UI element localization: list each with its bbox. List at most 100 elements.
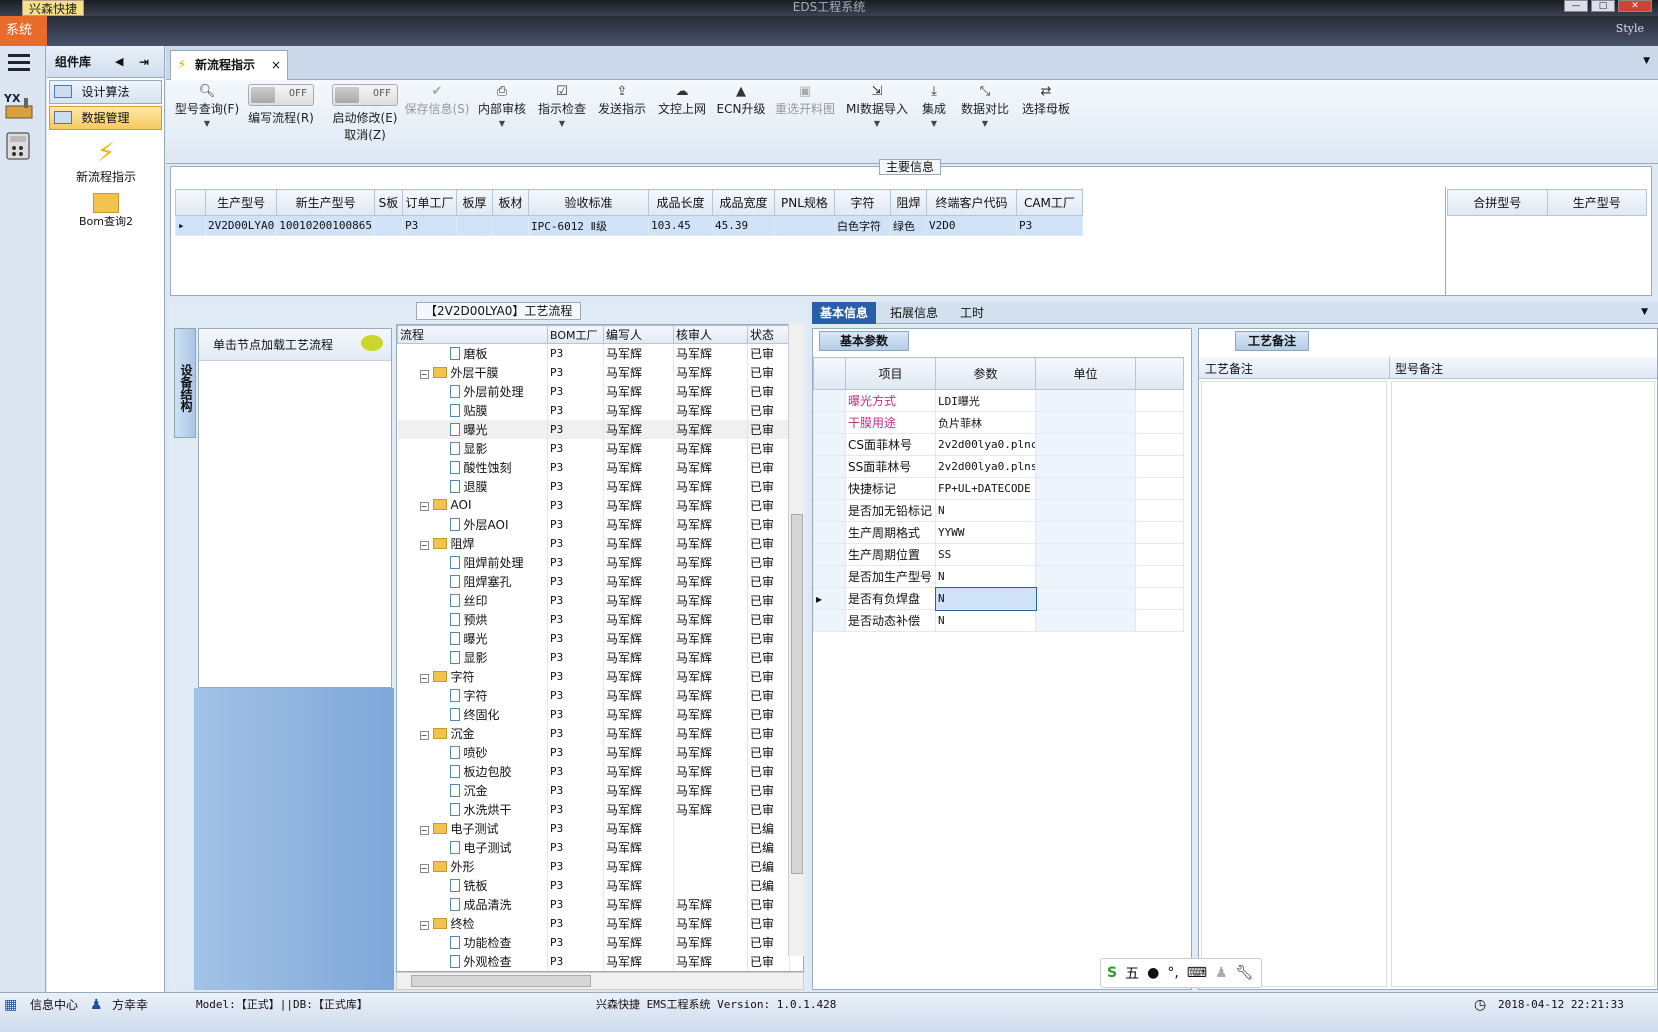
column-header[interactable]: 新生产型号 [276,189,375,216]
row-header[interactable] [813,433,846,456]
reselect-cutting-map-button[interactable]: ▣ 重选开料图 [770,84,840,117]
send-instruction-button[interactable]: ⇪ 发送指示 [596,84,648,117]
param-unit[interactable] [1035,433,1136,456]
tree-row[interactable]: 铣板 P3 马军辉 已编 [397,875,790,895]
param-row[interactable]: 生产周期格式 YYWW [813,521,1184,544]
tree-row[interactable]: 预烘 P3 马军辉 马军辉 已审 [397,609,790,629]
param-unit[interactable] [1035,389,1136,412]
tree-row[interactable]: 退膜 P3 马军辉 马军辉 已审 [397,476,790,496]
column-header[interactable]: 项目 [845,357,936,390]
tree-row[interactable]: − 沉金 P3 马军辉 马军辉 已审 [397,723,790,743]
toggle-switch[interactable]: OFF [332,84,398,106]
start-modify-toggle[interactable]: OFF 启动修改(E) 取消(Z) [328,84,402,143]
column-header[interactable]: BOM工厂 [547,325,604,344]
tree-row[interactable]: 显影 P3 马军辉 马军辉 已审 [397,438,790,458]
column-header[interactable]: 阻焊 [889,189,927,216]
param-row[interactable]: 是否加无铅标记 N [813,499,1184,522]
param-unit[interactable] [1035,521,1136,544]
tree-node[interactable]: 阻焊塞孔 [397,571,548,591]
tree-node[interactable]: 沉金 [397,780,548,800]
tree-row[interactable]: 外层前处理 P3 马军辉 马军辉 已审 [397,381,790,401]
tree-row[interactable]: 酸性蚀刻 P3 马军辉 马军辉 已审 [397,457,790,477]
tree-row[interactable]: 喷砂 P3 马军辉 马军辉 已审 [397,742,790,762]
table-cell[interactable]: V2D0 [925,215,1017,236]
table-cell[interactable]: 45.39 [711,215,775,236]
nav-design-algorithm[interactable]: 设计算法 [49,80,162,104]
param-unit[interactable] [1035,609,1136,632]
table-row[interactable]: ▸ 2V2D00LYA0 10010200100865 P3 IPC-6012 Ⅱ级 1… [175,215,1083,236]
row-header[interactable] [813,521,846,544]
column-header[interactable]: 核审人 [673,325,748,344]
tree-node[interactable]: 阻焊前处理 [397,552,548,572]
table-cell[interactable] [491,215,529,236]
factory-icon[interactable]: YX [3,90,34,120]
param-value[interactable]: N [935,565,1036,588]
tree-node[interactable]: 预烘 [397,609,548,629]
column-header[interactable]: 成品长度 [647,189,713,216]
integrate-button[interactable]: ⤓ 集成 ▼ [914,84,954,131]
tab-extended-info[interactable]: 拓展信息 [882,302,946,324]
collapse-node-icon[interactable]: − [419,540,429,550]
tree-row[interactable]: − 字符 P3 马军辉 马军辉 已审 [397,666,790,686]
data-compare-button[interactable]: ⤡ 数据对比 ▼ [958,84,1012,131]
close-window-button[interactable]: ✕ [1618,0,1652,12]
param-value[interactable]: YYWW [935,521,1036,544]
tab-work-hours[interactable]: 工时 [952,302,992,324]
tree-node[interactable]: 退膜 [397,476,548,496]
tree-node[interactable]: 板边包胶 [397,761,548,781]
tree-row[interactable]: − 外形 P3 马军辉 已编 [397,856,790,876]
tree-node[interactable]: 酸性蚀刻 [397,457,548,477]
tree-row[interactable]: 曝光 P3 马军辉 马军辉 已审 [397,628,790,648]
instruction-check-button[interactable]: ☑ 指示检查 ▼ [536,84,588,131]
collapse-node-icon[interactable]: − [419,730,429,740]
tree-row[interactable]: 外层AOI P3 马军辉 马军辉 已审 [397,514,790,534]
param-value[interactable]: N [935,499,1036,522]
close-tab-icon[interactable]: × [271,51,281,79]
tree-row[interactable]: 丝印 P3 马军辉 马军辉 已审 [397,590,790,610]
column-header[interactable]: 订单工厂 [401,189,457,216]
style-menu[interactable]: Style [1616,22,1644,35]
param-row[interactable]: ▸ 是否有负焊盘 N [813,586,1184,611]
collapse-node-icon[interactable]: − [419,920,429,930]
model-query-button[interactable]: 🔍︎ 型号查询(F) ▼ [172,84,242,131]
tree-node[interactable]: − 外层干膜 [397,362,548,382]
tree-node[interactable]: 终固化 [397,704,548,724]
tool-bom-query[interactable]: Bom查询2 [47,193,165,229]
nav-data-management[interactable]: 数据管理 [49,106,162,130]
hamburger-menu-icon[interactable] [8,54,30,72]
tree-node[interactable]: 磨板 [397,343,548,363]
tree-node[interactable]: 贴膜 [397,400,548,420]
column-header[interactable]: 合拼型号 [1447,189,1548,216]
tree-node[interactable]: − 终检 [397,913,548,933]
pin-panel-icon[interactable]: ⇥ [139,46,149,78]
tree-node[interactable]: 外观检查 [397,951,548,971]
ime-toolbar[interactable]: S 五 ● °, ⌨ ♟ 🔧︎ [1100,958,1262,988]
param-row[interactable]: 干膜用途 负片菲林 [813,411,1184,434]
table-cell[interactable]: 2V2D00LYA0 [204,215,278,236]
param-value[interactable]: N [934,586,1037,611]
tree-node[interactable]: 铣板 [397,875,548,895]
column-header[interactable]: 板厚 [455,189,493,216]
internal-review-button[interactable]: ⎙ 内部审核 ▼ [476,84,528,131]
column-header[interactable]: 编写人 [603,325,674,344]
param-value[interactable]: SS [935,543,1036,566]
param-value[interactable]: 2v2d00lya0.plnss [935,455,1036,478]
collapse-left-icon[interactable]: ◀ [115,46,123,78]
tree-node[interactable]: − AOI [397,495,548,515]
tree-row[interactable]: 电子测试 P3 马军辉 已编 [397,837,790,857]
row-header[interactable] [813,499,846,522]
select-mother-board-button[interactable]: ⇄ 选择母板 [1018,84,1074,117]
tree-node[interactable]: 外层前处理 [397,381,548,401]
param-unit[interactable] [1035,477,1136,500]
mi-data-import-button[interactable]: ⇲ MI数据导入 ▼ [842,84,912,131]
table-cell[interactable]: IPC-6012 Ⅱ级 [527,215,649,236]
equipment-structure-tab[interactable]: 设备结构 [174,328,196,438]
column-header[interactable]: 流程 [397,325,548,344]
tree-row[interactable]: 成品清洗 P3 马军辉 马军辉 已审 [397,894,790,914]
tree-node[interactable]: − 电子测试 [397,818,548,838]
param-row[interactable]: SS面菲林号 2v2d00lya0.plnss [813,455,1184,478]
column-header[interactable]: 生产型号 [204,189,278,216]
doc-control-upload-button[interactable]: ☁ 文控上网 [656,84,708,117]
tree-node[interactable]: 成品清洗 [397,894,548,914]
tree-node[interactable]: 字符 [397,685,548,705]
